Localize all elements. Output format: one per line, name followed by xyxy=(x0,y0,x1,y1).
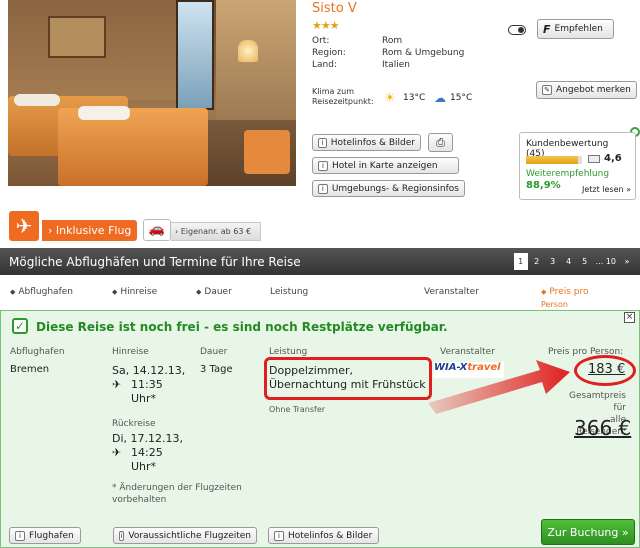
plane-icon: ✈ xyxy=(112,446,122,459)
rating-bar xyxy=(526,156,582,164)
col-abflughafen[interactable]: ◆ Abflughafen xyxy=(10,287,73,297)
highlight-box xyxy=(264,357,432,400)
angebot-merken-button[interactable]: ✎ Angebot merken xyxy=(536,81,637,99)
info-icon: i xyxy=(318,160,328,171)
preis-pro-person[interactable]: 183 € xyxy=(588,362,625,377)
info-icon: i xyxy=(318,137,327,148)
availability-message: Diese Reise ist noch frei - es sind noch… xyxy=(36,320,448,334)
temp-sun: 13°C xyxy=(403,93,426,103)
col-veranstalter: Veranstalter xyxy=(424,287,479,297)
close-icon[interactable]: × xyxy=(624,312,635,323)
rating-score: 4,6 xyxy=(604,153,622,164)
car-icon[interactable]: 🚗 xyxy=(143,219,171,241)
page-next[interactable]: » xyxy=(620,253,634,270)
klima-label: Klima zum Reisezeitpunkt: xyxy=(312,87,374,106)
toggle-icon[interactable] xyxy=(508,25,526,35)
page-link[interactable]: ... 10 xyxy=(594,253,618,270)
hinreise-label: Hinreise xyxy=(112,347,149,357)
empfehlen-button[interactable]: F Empfehlen xyxy=(537,19,614,39)
flugzeiten-note: * Änderungen der Flugzeiten vorbehalten xyxy=(112,483,242,505)
offer-panel xyxy=(0,310,640,548)
col-dauer[interactable]: ◆ Dauer xyxy=(196,287,232,297)
info-icon: i xyxy=(119,530,125,541)
plane-icon: ✈ xyxy=(112,378,122,391)
info-icon: i xyxy=(274,530,284,541)
pagination: 1 2 3 4 5 ... 10 » xyxy=(513,253,634,270)
dauer-value: 3 Tage xyxy=(200,364,233,375)
hinreise-time: 11:35 xyxy=(131,378,163,391)
hotelinfos-button[interactable]: i Hotelinfos & Bilder xyxy=(312,134,421,151)
hotel-name[interactable]: Sisto V xyxy=(312,1,357,16)
hinreise-uhr: Uhr* xyxy=(131,392,157,405)
rating-icon xyxy=(588,155,600,163)
read-more-link[interactable]: Jetzt lesen » xyxy=(582,185,631,194)
rueckreise-uhr: Uhr* xyxy=(131,460,157,473)
umgebung-button[interactable]: i Umgebungs- & Regionsinfos xyxy=(312,180,465,197)
col-preis[interactable]: ◆ Preis pro xyxy=(541,287,588,297)
leistung-label: Leistung xyxy=(269,347,308,357)
region-label: Region: xyxy=(312,48,346,58)
flugzeiten-button[interactable]: i Voraussichtliche Flugzeiten xyxy=(113,527,257,544)
dauer-label: Dauer xyxy=(200,347,228,357)
rueckreise-label: Rückreise xyxy=(112,419,156,429)
gesamtpreis[interactable]: 366 € xyxy=(574,416,631,440)
recommend-label: Weiterempfehlung xyxy=(526,169,610,179)
page-link[interactable]: 3 xyxy=(546,253,560,270)
rueckreise-time: 14:25 xyxy=(131,446,163,459)
sort-icon: ◆ xyxy=(112,288,118,296)
check-icon: ✓ xyxy=(12,318,28,334)
sort-icon: ◆ xyxy=(10,288,16,296)
page-link[interactable]: 2 xyxy=(530,253,544,270)
printer-icon: ⎙ xyxy=(436,135,445,149)
col-hinreise[interactable]: ◆ Hinreise xyxy=(112,287,157,297)
flughafen-button[interactable]: i Flughafen xyxy=(9,527,81,544)
pencil-icon: ✎ xyxy=(542,85,552,95)
info-icon: i xyxy=(318,183,328,194)
zur-buchung-button[interactable]: Zur Buchung » xyxy=(541,519,635,545)
temp-cloud: 15°C xyxy=(450,93,473,103)
cloud-icon: ☁ xyxy=(434,91,446,105)
land-label: Land: xyxy=(312,60,337,70)
sort-icon: ◆ xyxy=(541,288,547,296)
abflughafen-value: Bremen xyxy=(10,364,50,375)
sun-icon: ☀ xyxy=(384,91,396,106)
hinreise-date: Sa, 14.12.13, xyxy=(112,364,186,377)
facebook-icon: F xyxy=(543,22,551,36)
hotel-karte-button[interactable]: i Hotel in Karte anzeigen xyxy=(312,157,459,174)
airplane-icon[interactable]: ✈ xyxy=(9,211,39,241)
hotel-photo[interactable] xyxy=(8,0,296,186)
tab-inklusive-flug[interactable]: › Inklusive Flug xyxy=(42,220,137,241)
section-title: Mögliche Abflughäfen und Termine für Ihr… xyxy=(9,254,301,269)
ort-value: Rom xyxy=(382,36,403,46)
arrow-icon xyxy=(428,360,570,414)
section-header: Mögliche Abflughäfen und Termine für Ihr… xyxy=(0,248,640,275)
star-rating: ★★★ xyxy=(312,19,340,32)
col-leistung: Leistung xyxy=(270,287,309,297)
rueckreise-date: Di, 17.12.13, xyxy=(112,432,184,445)
page-link[interactable]: 5 xyxy=(578,253,592,270)
page-link[interactable]: 1 xyxy=(513,253,528,270)
sort-icon: ◆ xyxy=(196,288,202,296)
hotel-location-info: Ort: Rom Region: Rom & Umgebung Land: Itali… xyxy=(312,35,464,71)
hotelinfos-bottom-button[interactable]: i Hotelinfos & Bilder xyxy=(268,527,379,544)
transfer-note: Ohne Transfer xyxy=(269,405,326,414)
abflughafen-label: Abflughafen xyxy=(10,347,65,357)
info-icon: i xyxy=(15,530,25,541)
print-button[interactable]: ⎙ xyxy=(428,133,453,152)
rating-box[interactable]: Kundenbewertung (45) 4,6 Weiterempfehlun… xyxy=(519,132,636,200)
region-value: Rom & Umgebung xyxy=(382,48,465,58)
ort-label: Ort: xyxy=(312,36,330,46)
tab-eigenanreise[interactable]: › Eigenanr. ab 63 € xyxy=(171,222,261,241)
recommend-pct: 88,9% xyxy=(526,180,561,191)
col-preis-cont: Person xyxy=(541,300,568,309)
page-link[interactable]: 4 xyxy=(562,253,576,270)
land-value: Italien xyxy=(382,60,410,70)
